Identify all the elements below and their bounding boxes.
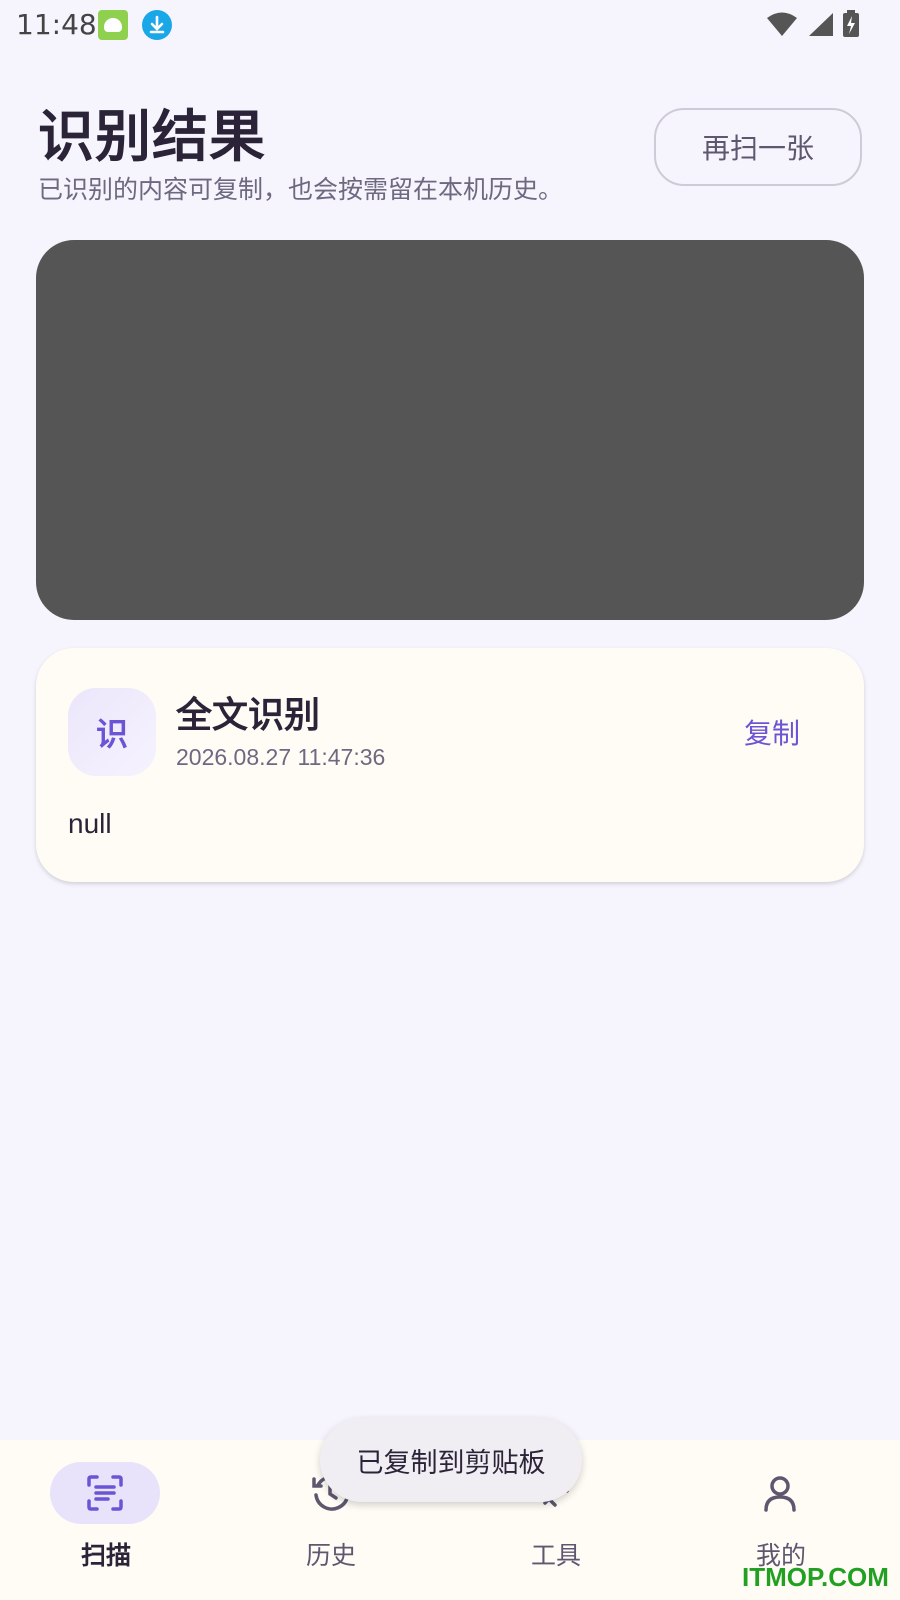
result-title: 全文识别 xyxy=(176,695,321,736)
result-text: null xyxy=(68,808,112,839)
result-type-badge: 识 xyxy=(68,688,156,776)
nav-label: 工具 xyxy=(530,1541,581,1570)
wifi-icon xyxy=(767,12,797,36)
scanned-image-preview xyxy=(36,240,864,620)
nav-label: 扫描 xyxy=(80,1541,131,1570)
nav-label: 历史 xyxy=(305,1541,356,1570)
page-title: 识别结果 xyxy=(38,105,266,170)
toast-message: 已复制到剪贴板 xyxy=(320,1418,582,1502)
status-time: 11:48 xyxy=(16,8,97,41)
nav-item-scan[interactable]: 扫描 xyxy=(0,1440,225,1600)
result-card: 识 全文识别 2026.08.27 11:47:36 复制 null xyxy=(36,648,864,882)
rescan-button[interactable]: 再扫一张 xyxy=(654,108,862,186)
status-bar: 11:48 xyxy=(0,0,900,50)
app-notification-icon xyxy=(98,10,128,40)
scan-text-icon xyxy=(87,1475,123,1511)
result-timestamp: 2026.08.27 11:47:36 xyxy=(176,744,386,770)
signal-icon xyxy=(809,13,833,36)
page-subtitle: 已识别的内容可复制，也会按需留在本机历史。 xyxy=(38,175,564,204)
profile-icon xyxy=(764,1476,796,1512)
copy-button[interactable]: 复制 xyxy=(744,712,800,752)
battery-icon xyxy=(843,10,859,37)
download-notification-icon xyxy=(142,10,172,40)
watermark: ITMOP.COM xyxy=(742,1562,889,1592)
